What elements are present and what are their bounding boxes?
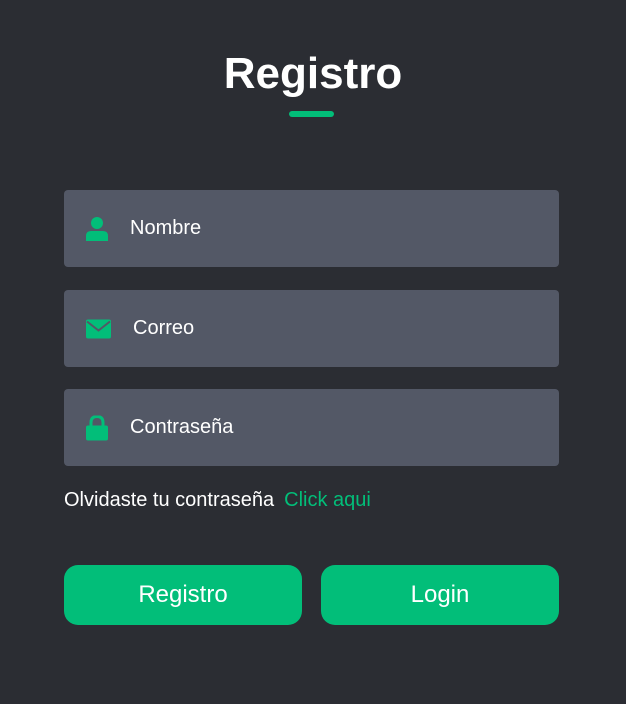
forgot-password-text: Olvidaste tu contraseña — [64, 489, 275, 511]
forgot-password-link[interactable]: Click aqui — [284, 489, 371, 511]
envelope-icon — [86, 319, 111, 338]
login-button[interactable]: Login — [321, 565, 559, 625]
name-field[interactable] — [64, 190, 559, 267]
email-input[interactable] — [133, 290, 549, 367]
user-icon — [86, 216, 108, 241]
name-input[interactable] — [130, 190, 549, 267]
password-field[interactable] — [64, 389, 559, 466]
title-underline — [289, 111, 334, 117]
register-button[interactable]: Registro — [64, 565, 302, 625]
password-input[interactable] — [130, 389, 549, 466]
page-title: Registro — [223, 49, 403, 98]
lock-icon — [86, 415, 108, 440]
forgot-password-row: Olvidaste tu contraseña Click aqui — [64, 488, 371, 512]
email-field[interactable] — [64, 290, 559, 367]
